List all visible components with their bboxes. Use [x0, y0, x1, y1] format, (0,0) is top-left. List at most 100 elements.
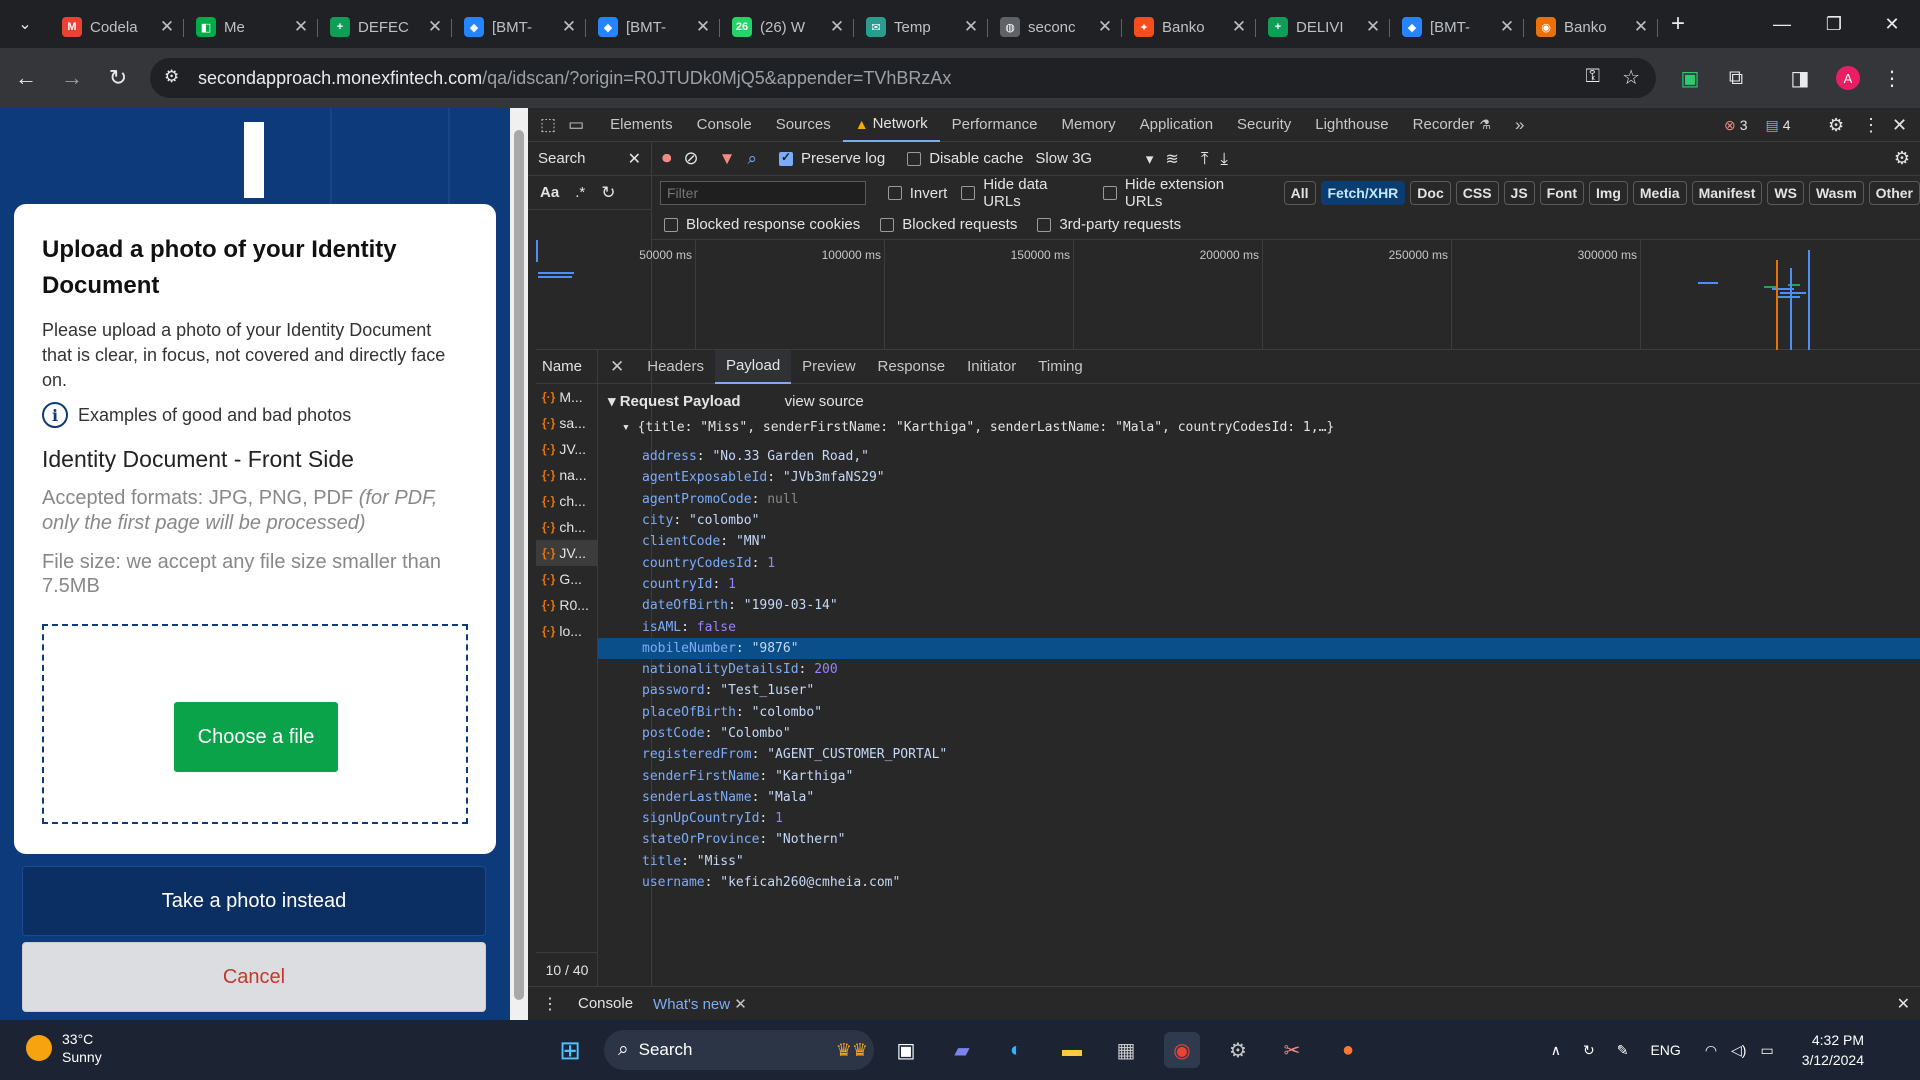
close-tab-icon[interactable]: ✕	[1632, 17, 1650, 37]
more-tabs-icon[interactable]: »	[1503, 108, 1536, 142]
network-overview-timeline[interactable]: 50000 ms 100000 ms 150000 ms 200000 ms 25000…	[536, 240, 1920, 350]
examples-link[interactable]: i Examples of good and bad photos	[42, 402, 351, 428]
teams-icon[interactable]: ▰	[944, 1032, 980, 1068]
payload-summary[interactable]: ▾ {title: "Miss", senderFirstName: "Kart…	[622, 420, 1334, 435]
network-conditions-icon[interactable]: ≋	[1165, 149, 1178, 169]
inspect-element-icon[interactable]: ⬚	[528, 108, 564, 142]
take-photo-button[interactable]: Take a photo instead	[22, 866, 486, 936]
payload-title[interactable]: ▾ Request Payload	[608, 392, 741, 410]
chrome-menu-icon[interactable]: ⋮	[1876, 62, 1908, 94]
volume-icon[interactable]: ◁)	[1731, 1042, 1746, 1059]
browser-tab[interactable]: ◆ [BMT- ✕	[452, 7, 586, 47]
close-search-icon[interactable]: ✕	[628, 149, 641, 169]
tab-headers[interactable]: Headers	[636, 350, 715, 384]
view-source-link[interactable]: view source	[785, 393, 864, 410]
tab-timing[interactable]: Timing	[1027, 350, 1093, 384]
table-row[interactable]: {·} sa...	[536, 410, 597, 436]
close-tab-icon[interactable]: ✕	[426, 17, 444, 37]
payload-property[interactable]: signUpCountryId: 1	[598, 808, 1920, 829]
export-har-icon[interactable]: ⤓	[1220, 149, 1228, 169]
address-bar[interactable]: ⚙ secondapproach.monexfintech.com/qa/ids…	[150, 58, 1656, 98]
browser-tab[interactable]: ◧ Me ✕	[184, 7, 318, 47]
file-explorer-icon[interactable]: ▬	[1054, 1032, 1090, 1068]
name-column-header[interactable]: Name	[536, 350, 597, 384]
payload-property[interactable]: mobileNumber: "9876"	[598, 637, 1920, 659]
devtools-tab-elements[interactable]: Elements	[598, 108, 685, 142]
chrome-icon[interactable]: ◉	[1164, 1032, 1200, 1068]
disable-cache-box[interactable]	[907, 151, 922, 166]
devtools-tab-memory[interactable]: Memory	[1049, 108, 1127, 142]
browser-tab[interactable]: ◍ seconc ✕	[988, 7, 1122, 47]
close-tab-icon[interactable]: ✕	[292, 17, 310, 37]
filter-chip[interactable]: Other	[1868, 181, 1920, 205]
devtools-settings-icon[interactable]: ⚙	[1828, 108, 1844, 142]
weather-widget[interactable]: 33°C Sunny	[26, 1030, 102, 1066]
browser-tab[interactable]: + DELIVI ✕	[1256, 7, 1390, 47]
drawer-menu-icon[interactable]: ⋮	[542, 994, 558, 1014]
browser-tab[interactable]: + DEFEC ✕	[318, 7, 452, 47]
filter-chip[interactable]: Manifest	[1691, 181, 1763, 205]
password-key-icon[interactable]: ⚿	[1586, 66, 1600, 88]
search-tab-label[interactable]: Search	[538, 150, 586, 167]
close-tab-icon[interactable]: ✕	[1096, 17, 1114, 37]
payload-property[interactable]: senderFirstName: "Karthiga"	[598, 765, 1920, 786]
close-tab-icon[interactable]: ✕	[694, 17, 712, 37]
match-case-toggle[interactable]: Aa	[540, 184, 559, 201]
preserve-log-checkbox[interactable]: Preserve log	[778, 150, 885, 167]
filter-chip[interactable]: JS	[1503, 181, 1535, 205]
new-tab-button[interactable]: +	[1658, 10, 1698, 38]
payload-property[interactable]: isAML: false	[598, 616, 1920, 637]
filter-chip[interactable]: Font	[1539, 181, 1584, 205]
throttling-select[interactable]: Slow 3G ▾	[1035, 150, 1153, 168]
hide-extension-urls-checkbox[interactable]: Hide extension URLs	[1102, 176, 1266, 210]
sync-icon[interactable]: ↻	[1583, 1042, 1595, 1059]
third-party-box[interactable]	[1037, 217, 1052, 232]
close-detail-icon[interactable]: ✕	[606, 350, 636, 384]
disable-cache-checkbox[interactable]: Disable cache	[907, 150, 1023, 167]
blocked-cookies-box[interactable]	[664, 217, 678, 232]
table-row[interactable]: {·} R0...	[536, 592, 597, 618]
payload-property[interactable]: clientCode: "MN"	[598, 531, 1920, 552]
snipping-tool-icon[interactable]: ✂	[1274, 1032, 1310, 1068]
battery-icon[interactable]: ▭	[1760, 1042, 1773, 1059]
filter-input[interactable]	[660, 181, 866, 205]
payload-property[interactable]: city: "colombo"	[598, 510, 1920, 531]
preserve-log-box[interactable]	[778, 150, 793, 166]
choose-file-button[interactable]: Choose a file	[174, 702, 338, 772]
table-row[interactable]: {·} JV...	[536, 540, 597, 566]
table-row[interactable]: {·} ch...	[536, 488, 597, 514]
task-view-icon[interactable]: ▣	[888, 1032, 924, 1068]
invert-checkbox[interactable]: Invert	[887, 185, 947, 202]
hide-data-urls-box[interactable]	[961, 186, 976, 200]
filter-chip[interactable]: Wasm	[1808, 181, 1864, 205]
mic-icon[interactable]: ✎	[1617, 1042, 1629, 1059]
drawer-tab-console[interactable]: Console	[578, 995, 633, 1012]
payload-property[interactable]: username: "keficah260@cmheia.com"	[598, 872, 1920, 893]
back-icon[interactable]: ←	[6, 58, 46, 98]
filter-chip[interactable]: Media	[1632, 181, 1687, 205]
devtools-tab-console[interactable]: Console	[685, 108, 764, 142]
import-har-icon[interactable]: ⤒	[1201, 149, 1209, 169]
payload-property[interactable]: dateOfBirth: "1990-03-14"	[598, 595, 1920, 616]
tab-payload[interactable]: Payload	[714, 349, 792, 384]
drawer-tab-whats-new[interactable]: What's new ✕	[653, 995, 747, 1013]
clear-log-icon[interactable]: ⊘	[684, 148, 699, 169]
tab-preview[interactable]: Preview	[791, 350, 866, 384]
browser-tab[interactable]: ◆ [BMT- ✕	[1390, 7, 1524, 47]
blocked-requests-box[interactable]	[880, 217, 895, 232]
blocked-requests-checkbox[interactable]: Blocked requests	[880, 216, 1017, 233]
close-devtools-icon[interactable]: ✕	[1892, 108, 1907, 142]
invert-box[interactable]	[887, 186, 902, 200]
payload-property[interactable]: stateOrProvince: "Nothern"	[598, 829, 1920, 850]
side-panel-icon[interactable]: ◨	[1784, 62, 1816, 94]
payload-property[interactable]: title: "Miss"	[598, 851, 1920, 872]
browser-tab[interactable]: ✉ Temp ✕	[854, 7, 988, 47]
browser-tab[interactable]: ✦ Banko ✕	[1122, 7, 1256, 47]
payload-property[interactable]: password: "Test_1user"	[598, 680, 1920, 701]
devtools-tab-security[interactable]: Security	[1225, 108, 1303, 142]
devtools-tab-performance[interactable]: Performance	[940, 108, 1050, 142]
close-tab-icon[interactable]: ✕	[1230, 17, 1248, 37]
filter-chip[interactable]: Fetch/XHR	[1320, 181, 1406, 205]
payload-property[interactable]: postCode: "Colombo"	[598, 723, 1920, 744]
restore-icon[interactable]: ❐	[1806, 0, 1862, 48]
